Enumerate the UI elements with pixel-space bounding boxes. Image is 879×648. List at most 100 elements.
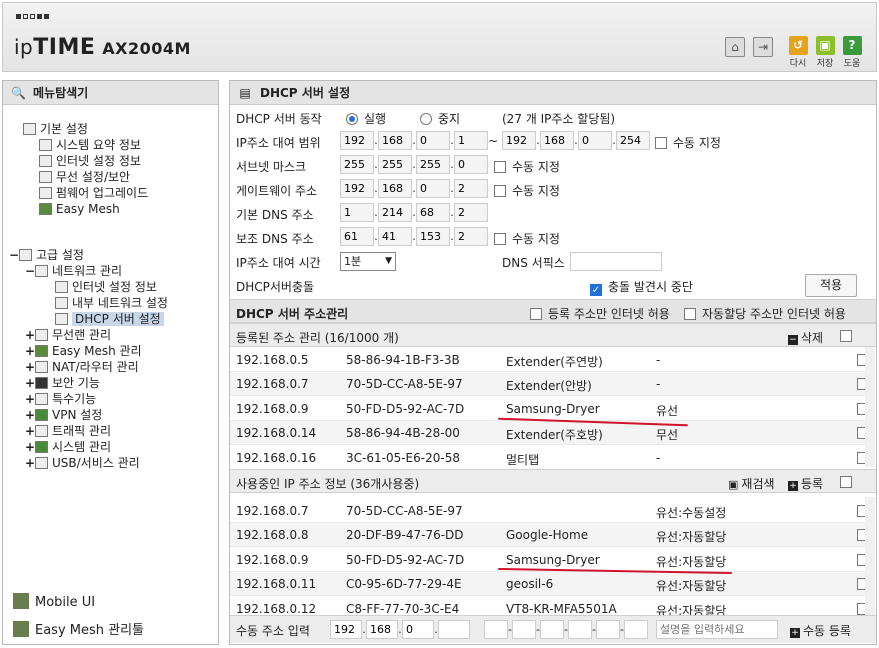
auto-only-checkbox[interactable]: 자동할당 주소만 인터넷 허용	[684, 305, 846, 322]
octet-field[interactable]	[454, 227, 488, 246]
radio-run[interactable]: 실행	[346, 110, 386, 127]
tree-item-easymesh[interactable]: Easy Mesh	[39, 201, 120, 217]
octet-field[interactable]	[416, 131, 450, 150]
tree-item-internet-setup[interactable]: 인터넷 설정 정보	[55, 279, 157, 295]
tree-advanced-settings[interactable]: − 고급 설정	[9, 247, 84, 263]
tree-wireless-mgmt[interactable]: + 무선랜 관리	[25, 327, 111, 343]
octet-field[interactable]	[616, 131, 650, 150]
octet-field[interactable]	[540, 131, 574, 150]
manual-mac-input[interactable]: - - - - -	[484, 620, 648, 639]
octet-field[interactable]	[416, 203, 450, 222]
range-end-input[interactable]: . . .	[502, 131, 650, 150]
dns2-input[interactable]: . . .	[340, 227, 488, 246]
subnet-manual-checkbox[interactable]: 수동 지정	[494, 158, 560, 175]
range-manual-checkbox[interactable]: 수동 지정	[655, 134, 721, 151]
octet-field[interactable]	[378, 131, 412, 150]
tree-item-wireless[interactable]: 무선 설정/보안	[39, 169, 130, 185]
tree-network-mgmt[interactable]: − 네트워크 관리	[25, 263, 122, 279]
reload-button[interactable]: ↺ 다시	[787, 36, 809, 69]
registered-scrollbar[interactable]	[865, 347, 875, 467]
gateway-manual-checkbox[interactable]: 수동 지정	[494, 182, 560, 199]
registered-row[interactable]: 192.168.0.9 50-FD-D5-92-AC-7D Samsung-Drye…	[230, 397, 869, 421]
tree-special[interactable]: + 특수기능	[25, 391, 96, 407]
tree-easymesh-mgmt[interactable]: + Easy Mesh 관리	[25, 343, 142, 359]
octet-field[interactable]	[454, 131, 488, 150]
tree-traffic[interactable]: + 트래픽 관리	[25, 423, 111, 439]
apply-button[interactable]: 적용	[805, 274, 857, 297]
octet-field[interactable]	[438, 620, 470, 639]
dns-suffix-input[interactable]	[570, 252, 662, 271]
octet-field[interactable]	[624, 620, 648, 639]
range-start-input[interactable]: . . .	[340, 131, 488, 150]
octet-field[interactable]	[340, 155, 374, 174]
registered-row[interactable]: 192.168.0.5 58-86-94-1B-F3-3B Extender(주연방…	[230, 348, 869, 372]
cell-type: 유선:자동할당	[656, 554, 727, 569]
subnet-input[interactable]: . . .	[340, 155, 488, 174]
octet-field[interactable]	[378, 179, 412, 198]
registered-row[interactable]: 192.168.0.7 70-5D-CC-A8-5E-97 Extender(안방)…	[230, 372, 869, 397]
octet-field[interactable]	[378, 203, 412, 222]
tree-item-internet-info[interactable]: 인터넷 설정 정보	[39, 153, 141, 169]
rescan-button[interactable]: ▣ 재검색	[728, 475, 775, 492]
registered-row[interactable]: 192.168.0.14 58-86-94-4B-28-00 Extender(주호…	[230, 421, 869, 446]
inuse-row[interactable]: 192.168.0.7 70-5D-CC-A8-5E-97 유선:수동설정	[230, 499, 869, 523]
easymesh-tool-link[interactable]: Easy Mesh 관리툴	[13, 619, 144, 638]
cell-name: VT8-KR-MFA5501A	[506, 601, 617, 616]
octet-field[interactable]	[340, 227, 374, 246]
help-button[interactable]: ? 도움	[841, 36, 863, 69]
octet-field[interactable]	[540, 620, 564, 639]
inuse-scrollbar[interactable]	[865, 497, 875, 617]
description-input[interactable]	[656, 620, 778, 639]
octet-field[interactable]	[378, 155, 412, 174]
select-all-inuse[interactable]	[840, 476, 852, 488]
octet-field[interactable]	[378, 227, 412, 246]
tree-nat-router[interactable]: + NAT/라우터 관리	[25, 359, 139, 375]
tree-basic-settings[interactable]: 기본 설정	[23, 121, 88, 137]
tree-security[interactable]: + 보안 기능	[25, 375, 100, 391]
octet-field[interactable]	[484, 620, 508, 639]
delete-button[interactable]: − 삭제	[788, 329, 823, 346]
dns1-input[interactable]: . . .	[340, 203, 488, 222]
gateway-input[interactable]: . . .	[340, 179, 488, 198]
octet-field[interactable]	[454, 203, 488, 222]
manual-ip-input[interactable]: . . .	[330, 620, 470, 639]
tree-usb[interactable]: + USB/서비스 관리	[25, 455, 140, 471]
tree-item-internal-network[interactable]: 내부 네트워크 설정	[55, 295, 168, 311]
octet-field[interactable]	[578, 131, 612, 150]
tree-item-dhcp[interactable]: DHCP 서버 설정	[55, 311, 164, 327]
octet-field[interactable]	[416, 179, 450, 198]
dns2-manual-checkbox[interactable]: 수동 지정	[494, 230, 560, 247]
tree-item-system-summary[interactable]: 시스템 요약 정보	[39, 137, 141, 153]
tree-vpn[interactable]: + VPN 설정	[25, 407, 102, 423]
registered-row[interactable]: 192.168.0.16 3C-61-05-E6-20-58 멀티탭 -	[230, 446, 869, 470]
octet-field[interactable]	[340, 131, 374, 150]
octet-field[interactable]	[502, 131, 536, 150]
octet-field[interactable]	[330, 620, 362, 639]
octet-field[interactable]	[454, 155, 488, 174]
octet-field[interactable]	[366, 620, 398, 639]
octet-field[interactable]	[454, 179, 488, 198]
tree-item-firmware[interactable]: 펌웨어 업그레이드	[39, 185, 148, 201]
octet-field[interactable]	[596, 620, 620, 639]
register-button[interactable]: + 등록	[788, 475, 823, 492]
home-icon[interactable]: ⌂	[725, 37, 745, 57]
save-button[interactable]: ▣ 저장	[814, 36, 836, 69]
tree-system[interactable]: + 시스템 관리	[25, 439, 111, 455]
mobile-ui-link[interactable]: Mobile UI	[13, 593, 95, 610]
logout-icon[interactable]: ⇥	[753, 37, 773, 57]
reg-only-checkbox[interactable]: 등록 주소만 인터넷 허용	[530, 305, 670, 322]
octet-field[interactable]	[512, 620, 536, 639]
inuse-row[interactable]: 192.168.0.11 C0-95-6D-77-29-4E geosil-6 유선:…	[230, 572, 869, 597]
radio-stop[interactable]: 중지	[420, 110, 460, 127]
lease-select[interactable]: 1분 ▼	[340, 252, 396, 271]
select-all-registered[interactable]	[840, 330, 852, 342]
octet-field[interactable]	[402, 620, 434, 639]
octet-field[interactable]	[340, 179, 374, 198]
octet-field[interactable]	[568, 620, 592, 639]
octet-field[interactable]	[416, 155, 450, 174]
conflict-stop-checkbox[interactable]: ✓ 충돌 발견시 중단	[590, 278, 693, 296]
manual-register-button[interactable]: + 수동 등록	[790, 622, 851, 639]
inuse-row[interactable]: 192.168.0.8 20-DF-B9-47-76-DD Google-Home 유…	[230, 523, 869, 548]
octet-field[interactable]	[416, 227, 450, 246]
octet-field[interactable]	[340, 203, 374, 222]
